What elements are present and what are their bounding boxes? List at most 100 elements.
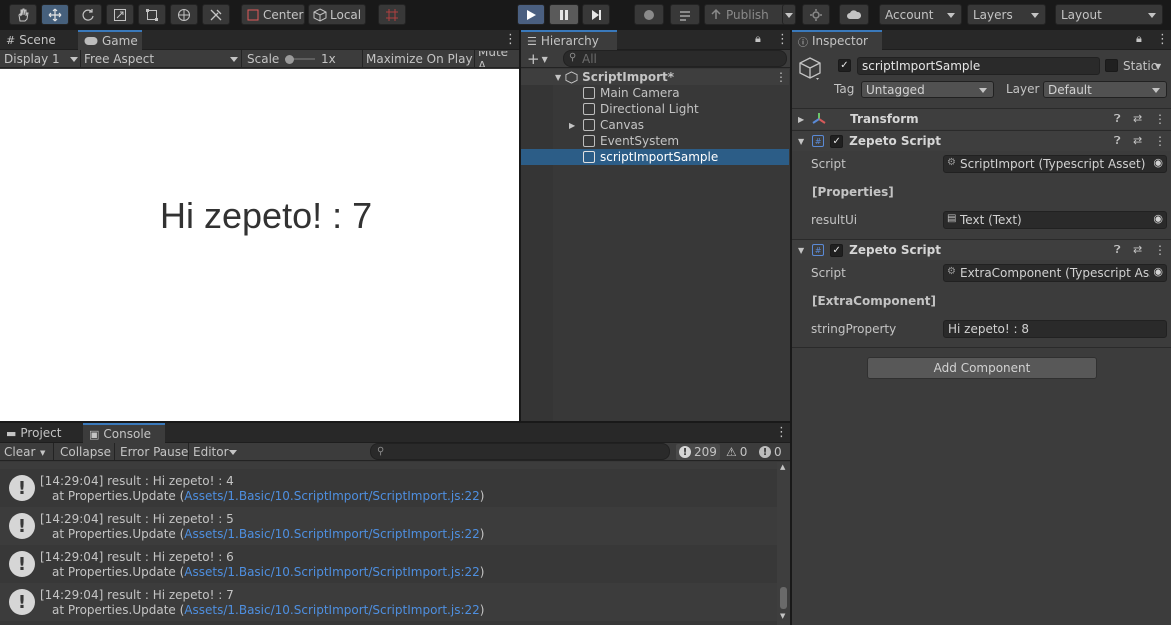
chevron-right-icon[interactable]: ▶ [569,121,583,130]
script-object-field[interactable]: ⚙ ScriptImport (Typescript Asset) ◉ [943,155,1167,173]
scroll-up-icon[interactable]: ▲ [780,463,785,471]
pivot-local-button[interactable]: Local [308,4,366,25]
collab-button[interactable] [634,4,664,25]
scrollbar-thumb[interactable] [780,587,787,609]
tab-console[interactable]: ▣ Console [83,423,165,443]
error-pause-toggle[interactable]: Error Pause [120,444,188,460]
scale-slider[interactable] [285,55,315,64]
tab-scene[interactable]: # Scene [0,30,76,50]
scale-tool-button[interactable] [106,4,134,25]
object-picker-icon[interactable]: ◉ [1153,212,1163,225]
lock-icon[interactable]: 🔒︎ [755,32,761,46]
preset-icon[interactable]: ⇄ [1133,243,1142,256]
log-source-link[interactable]: Assets/1.Basic/10.ScriptImport/ScriptImp… [184,527,479,541]
inspector-menu-icon[interactable] [1156,32,1159,47]
rotate-tool-button[interactable] [74,4,102,25]
object-picker-icon[interactable]: ◉ [1153,156,1163,169]
object-picker-icon[interactable]: ◉ [1153,265,1163,278]
chevron-down-icon[interactable]: ▼ [555,73,561,82]
hierarchy-item-main-camera[interactable]: Main Camera [521,85,789,101]
play-button[interactable] [517,4,545,25]
zepeto-script-header-2[interactable]: ▼ # ✓ Zepeto Script ❓︎ ⇄ ⋮ [792,239,1171,260]
hierarchy-search-input[interactable]: ⚲ All [563,50,787,67]
maximize-on-play-toggle[interactable]: Maximize On Play [366,51,473,67]
warning-count-toggle[interactable]: ⚠ 0 [726,444,747,460]
help-icon[interactable]: ❓︎ [1114,243,1121,257]
list-item[interactable]: ! [14:29:04] result : Hi zepeto! : 7 at … [0,583,777,621]
add-component-button[interactable]: Add Component [867,357,1097,379]
zepeto-script-header-1[interactable]: ▼ # ✓ Zepeto Script ❓︎ ⇄ ⋮ [792,130,1171,151]
log-count-toggle[interactable]: ! 209 [676,444,720,460]
account-dropdown[interactable]: Account [879,4,962,25]
scene-root-row[interactable]: ▼ ScriptImport* ⋮ [521,69,789,85]
error-count-toggle[interactable]: ! 0 [759,444,782,460]
tab-game[interactable]: Game [78,30,142,50]
publish-button[interactable]: Publish [704,4,786,25]
list-item[interactable]: ! [14:29:04] result : Hi zepeto! : 4 at … [0,469,777,507]
zepeto-menu-button[interactable] [670,4,700,25]
list-item[interactable] [0,462,777,469]
pause-button[interactable] [549,4,579,25]
log-source-link[interactable]: Assets/1.Basic/10.ScriptImport/ScriptImp… [184,565,479,579]
chevron-right-icon[interactable]: ▶ [798,115,804,124]
active-checkbox[interactable]: ✓ [838,59,851,72]
tab-hierarchy[interactable]: ☰ Hierarchy [521,30,617,50]
component-menu-icon[interactable]: ⋮ [1154,112,1166,126]
hierarchy-menu-icon[interactable] [776,32,779,47]
tab-inspector[interactable]: ⓘ Inspector [792,30,882,50]
hierarchy-item-canvas[interactable]: ▶ Canvas [521,117,789,133]
cloud-button[interactable] [839,4,869,25]
collapse-toggle[interactable]: Collapse [60,444,111,460]
editor-dropdown[interactable]: Editor [193,444,237,460]
add-object-button[interactable]: + ▼ [527,50,548,68]
log-source-link[interactable]: Assets/1.Basic/10.ScriptImport/ScriptImp… [184,603,479,617]
grid-snap-button[interactable] [378,4,406,25]
console-search-input[interactable]: ⚲ [370,443,670,460]
script-object-field[interactable]: ⚙ ExtraComponent (Typescript Asse ◉ [943,264,1167,282]
help-icon[interactable]: ❓︎ [1114,134,1121,148]
layer-dropdown[interactable]: Default [1043,81,1167,98]
hierarchy-item-directional-light[interactable]: Directional Light [521,101,789,117]
object-name-field[interactable]: scriptImportSample [857,57,1100,75]
step-button[interactable] [582,4,610,25]
tab-project[interactable]: ▬ Project [0,423,80,443]
chevron-down-icon[interactable]: ▼ [798,137,804,146]
console-menu-icon[interactable] [775,425,778,440]
layers-dropdown[interactable]: Layers [967,4,1046,25]
game-panel-menu-icon[interactable] [504,32,507,47]
publish-dropdown[interactable] [782,4,796,25]
move-tool-button[interactable] [41,4,69,25]
static-checkbox[interactable] [1105,59,1118,72]
scene-menu-icon[interactable]: ⋮ [775,70,787,84]
log-source-link[interactable]: Assets/1.Basic/10.ScriptImport/ScriptImp… [184,489,479,503]
clear-button[interactable]: Clear [4,444,35,460]
list-item[interactable]: ! [14:29:04] result : Hi zepeto! : 6 at … [0,545,777,583]
hierarchy-item-scriptimportsample[interactable]: scriptImportSample [521,149,789,165]
list-item[interactable]: ! [14:29:04] result : Hi zepeto! : 5 at … [0,507,777,545]
mute-audio-toggle[interactable]: Mute A [478,51,519,67]
chevron-down-icon[interactable]: ▼ [798,246,804,255]
display-dropdown[interactable]: Display 1 [4,51,78,67]
scroll-down-icon[interactable]: ▼ [780,612,785,620]
transform-tool-button[interactable] [170,4,198,25]
component-menu-icon[interactable]: ⋮ [1154,243,1166,257]
chevron-down-icon[interactable]: ▼ [1155,62,1161,71]
component-menu-icon[interactable]: ⋮ [1154,134,1166,148]
hand-tool-button[interactable] [9,4,37,25]
rect-tool-button[interactable] [138,4,166,25]
preset-icon[interactable]: ⇄ [1133,134,1142,147]
chevron-down-icon[interactable]: ▼ [40,449,45,457]
tag-dropdown[interactable]: Untagged [861,81,994,98]
game-viewport[interactable]: Hi zepeto! : 7 [0,69,519,421]
scale-slider-thumb[interactable] [285,55,294,64]
layout-dropdown[interactable]: Layout [1055,4,1163,25]
custom-tool-button[interactable] [202,4,230,25]
component-enabled-checkbox[interactable]: ✓ [830,134,844,148]
component-enabled-checkbox[interactable]: ✓ [830,243,844,257]
settings-button[interactable] [802,4,830,25]
pivot-center-button[interactable]: Center [241,4,305,25]
string-property-input[interactable]: Hi zepeto! : 8 [943,320,1167,338]
aspect-dropdown[interactable]: Free Aspect [84,51,238,67]
result-ui-object-field[interactable]: ▤ Text (Text) ◉ [943,211,1167,229]
preset-icon[interactable]: ⇄ [1133,112,1142,125]
